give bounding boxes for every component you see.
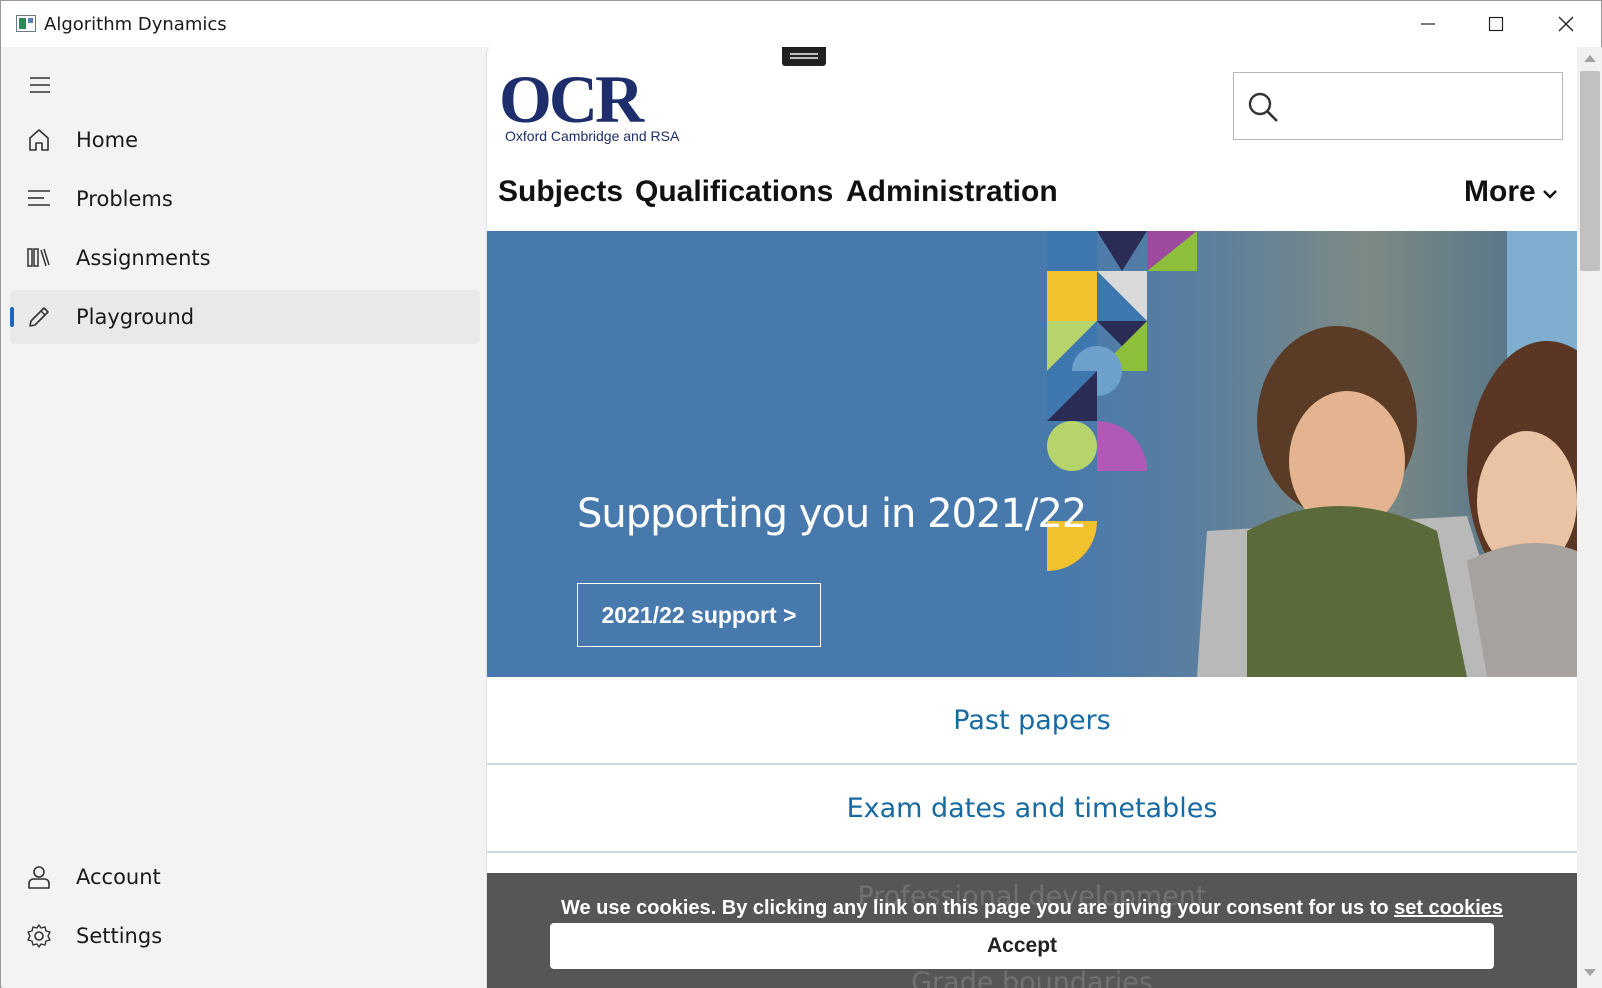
- sidebar-item-playground[interactable]: Playground: [10, 290, 480, 344]
- vertical-scrollbar[interactable]: [1577, 47, 1602, 988]
- sidebar-item-problems[interactable]: Problems: [10, 172, 480, 226]
- nav-more[interactable]: More: [1464, 175, 1536, 209]
- quick-link-label: Exam dates and timetables: [846, 792, 1218, 824]
- cookie-message: We use cookies. By clicking any link on …: [487, 897, 1577, 920]
- app-window-icon: [16, 15, 36, 32]
- sidebar-item-label: Problems: [76, 187, 173, 211]
- logo-subtitle: Oxford Cambridge and RSA: [505, 128, 680, 144]
- active-indicator: [10, 307, 14, 327]
- sidebar-item-account[interactable]: Account: [10, 850, 480, 904]
- quick-link-exam-dates[interactable]: Exam dates and timetables: [487, 765, 1577, 853]
- nav-administration[interactable]: Administration: [846, 175, 1058, 209]
- navigation-sidebar: Home Problems Assignments Playground Acc…: [2, 47, 486, 988]
- scroll-down-arrow-icon[interactable]: [1584, 969, 1596, 976]
- sidebar-item-label: Account: [76, 865, 161, 889]
- app-window: Algorithm Dynamics Home Problems Assignm…: [0, 0, 1602, 988]
- maximize-button[interactable]: [1462, 1, 1530, 47]
- chevron-down-icon: [1543, 190, 1557, 199]
- home-icon: [29, 129, 49, 151]
- sidebar-item-home[interactable]: Home: [10, 113, 480, 167]
- maximize-icon: [1488, 16, 1504, 32]
- sidebar-item-label: Playground: [76, 305, 195, 329]
- scroll-thumb[interactable]: [1580, 71, 1600, 271]
- set-cookies-link[interactable]: set cookies: [1394, 897, 1503, 919]
- search-input[interactable]: [1233, 72, 1563, 140]
- quick-link-past-papers[interactable]: Past papers: [487, 677, 1577, 765]
- cookie-banner: Professional development Grade boundarie…: [487, 873, 1577, 988]
- window-title: Algorithm Dynamics: [44, 14, 227, 35]
- hamburger-icon: [30, 77, 50, 93]
- sidebar-item-label: Settings: [76, 924, 163, 948]
- search-icon: [1248, 92, 1278, 122]
- hero-title: Supporting you in 2021/22: [577, 491, 1087, 537]
- person-icon: [28, 866, 50, 889]
- quick-link-grade-boundaries[interactable]: Grade boundaries: [487, 967, 1577, 988]
- logo-wordmark: OCR: [499, 61, 644, 137]
- scroll-up-arrow-icon[interactable]: [1584, 55, 1596, 62]
- library-icon: [27, 248, 50, 267]
- drag-handle[interactable]: [782, 47, 826, 66]
- minimize-icon: [1421, 23, 1435, 25]
- cookie-message-text: We use cookies. By clicking any link on …: [560, 897, 1395, 919]
- accept-cookies-button[interactable]: Accept: [550, 923, 1494, 969]
- menu-toggle-button[interactable]: [20, 67, 60, 103]
- sidebar-item-assignments[interactable]: Assignments: [10, 231, 480, 285]
- gear-icon: [27, 924, 51, 948]
- close-icon: [1558, 16, 1574, 32]
- sidebar-item-settings[interactable]: Settings: [10, 909, 480, 963]
- sidebar-item-label: Assignments: [76, 246, 211, 270]
- nav-subjects[interactable]: Subjects: [498, 175, 623, 209]
- support-button[interactable]: 2021/22 support >: [577, 583, 821, 647]
- hero-banner: Supporting you in 2021/22 2021/22 suppor…: [487, 231, 1577, 677]
- sidebar-item-label: Home: [76, 128, 139, 152]
- hero-image: [1047, 231, 1577, 677]
- list-icon: [28, 190, 50, 206]
- pencil-icon: [29, 307, 49, 327]
- close-button[interactable]: [1532, 1, 1600, 47]
- ocr-logo[interactable]: OCR Oxford Cambridge and RSA: [499, 65, 689, 147]
- title-bar: Algorithm Dynamics: [1, 1, 1601, 47]
- minimize-button[interactable]: [1394, 1, 1462, 47]
- quick-link-label: Past papers: [953, 704, 1111, 736]
- nav-qualifications[interactable]: Qualifications: [635, 175, 833, 209]
- web-view[interactable]: OCR Oxford Cambridge and RSA Subjects Qu…: [486, 47, 1602, 988]
